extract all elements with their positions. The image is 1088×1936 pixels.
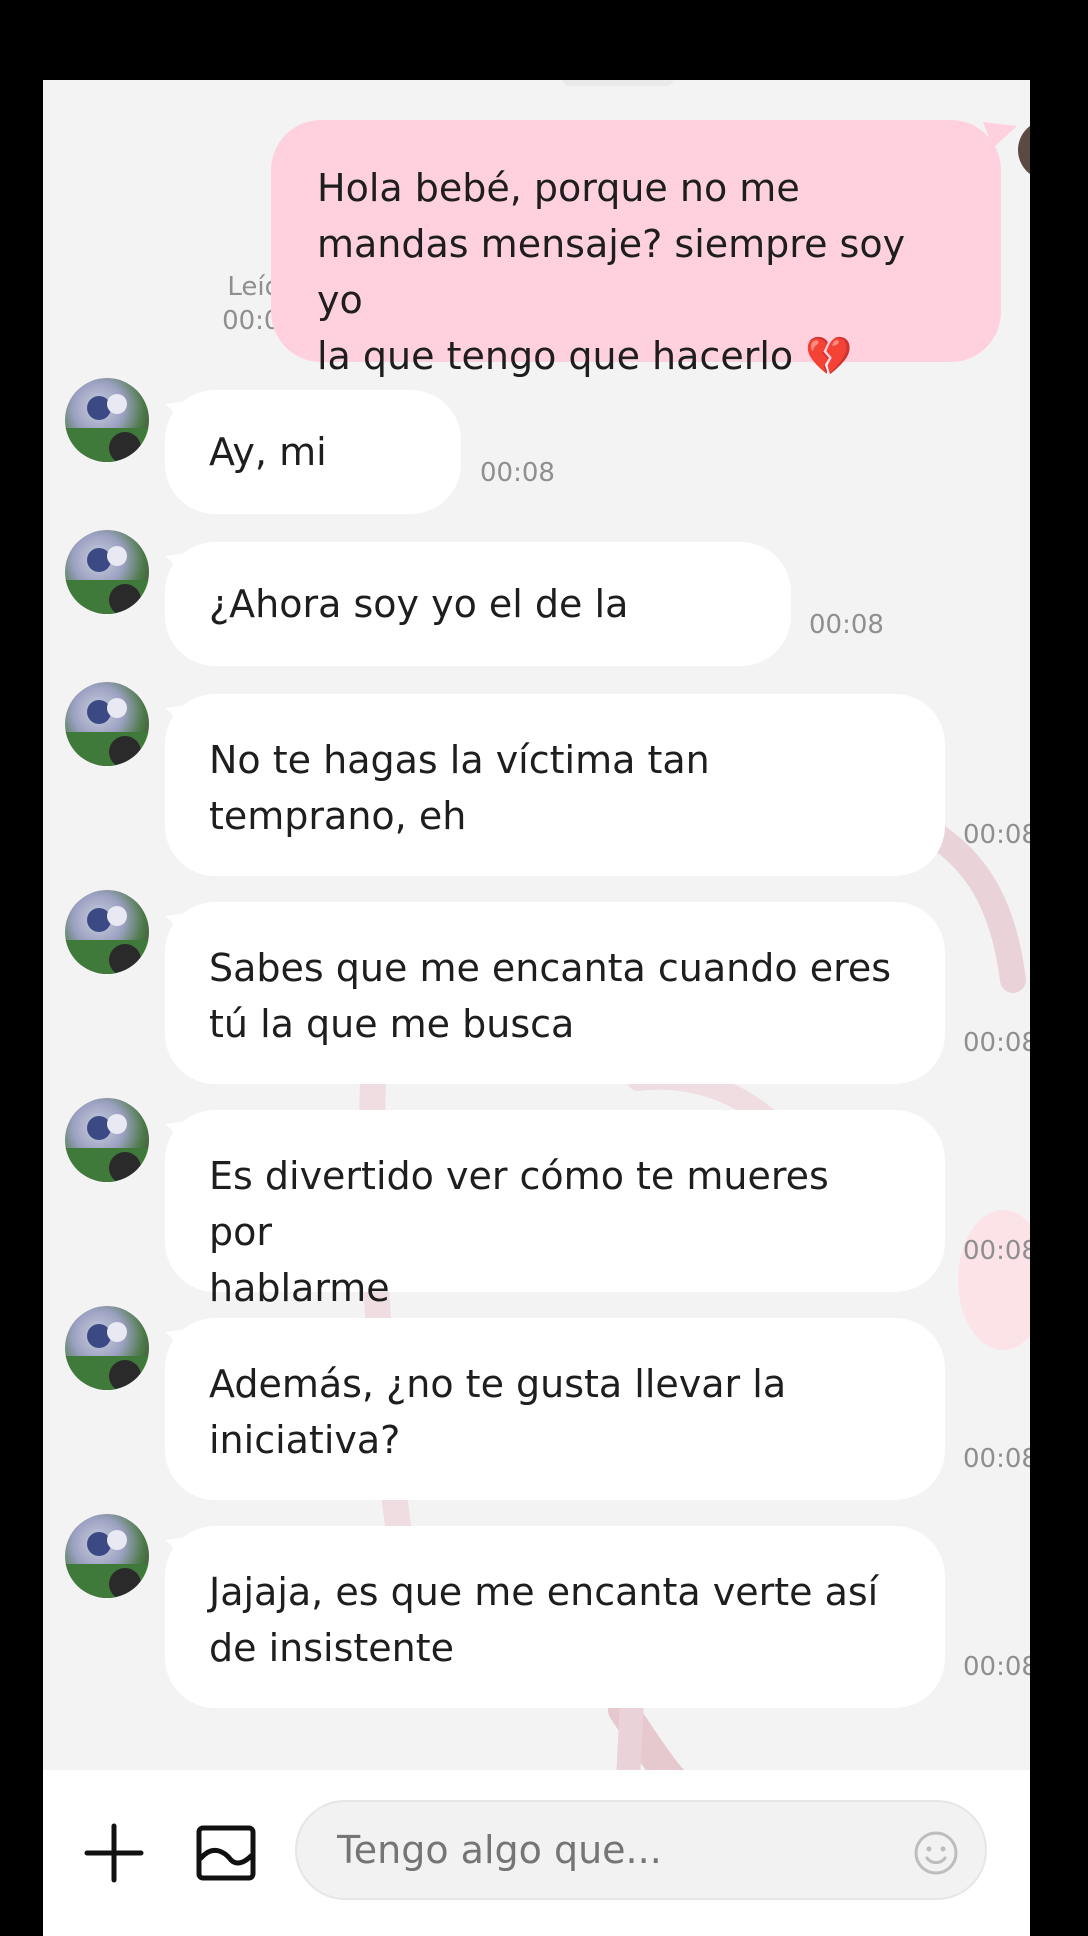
incoming-message-bubble[interactable]: Además, ¿no te gusta llevar la iniciativ…: [165, 1318, 945, 1500]
contact-avatar[interactable]: [65, 1098, 149, 1182]
message-time: 00:08: [480, 458, 555, 488]
contact-avatar[interactable]: [65, 1514, 149, 1598]
message-input[interactable]: [295, 1800, 987, 1900]
message-time: 00:08: [963, 1028, 1030, 1058]
chat-screen: Leído 00:08 Hola bebé, porque no me mand…: [43, 80, 1030, 1936]
message-time: 00:08: [963, 1236, 1030, 1266]
contact-avatar[interactable]: [65, 530, 149, 614]
message-input-bar: [43, 1770, 1030, 1936]
own-avatar: [1018, 120, 1030, 180]
top-edge: [563, 80, 673, 86]
image-icon[interactable]: [195, 1822, 257, 1884]
incoming-message-bubble[interactable]: Es divertido ver cómo te mueres por habl…: [165, 1110, 945, 1310]
contact-avatar[interactable]: [65, 890, 149, 974]
contact-avatar[interactable]: [65, 682, 149, 766]
incoming-message-bubble[interactable]: Ay, mi niña: [165, 390, 461, 598]
message-time: 00:08: [809, 610, 884, 640]
contact-avatar[interactable]: [65, 378, 149, 462]
incoming-message-bubble[interactable]: Sabes que me encanta cuando eres tú la q…: [165, 902, 945, 1084]
contact-avatar[interactable]: [65, 1306, 149, 1390]
message-time: 00:08: [963, 1652, 1030, 1682]
incoming-message-bubble[interactable]: Jajaja, es que me encanta verte así de i…: [165, 1526, 945, 1708]
message-time: 00:08: [963, 1444, 1030, 1474]
outgoing-message-bubble[interactable]: Hola bebé, porque no me mandas mensaje? …: [271, 120, 1001, 378]
incoming-message-bubble[interactable]: ¿Ahora soy yo el de la culpa?: [165, 542, 791, 750]
message-time: 00:08: [963, 820, 1030, 850]
incoming-message-bubble[interactable]: No te hagas la víctima tan temprano, eh: [165, 694, 945, 876]
plus-icon[interactable]: [83, 1822, 145, 1884]
emoji-icon[interactable]: [913, 1830, 959, 1876]
